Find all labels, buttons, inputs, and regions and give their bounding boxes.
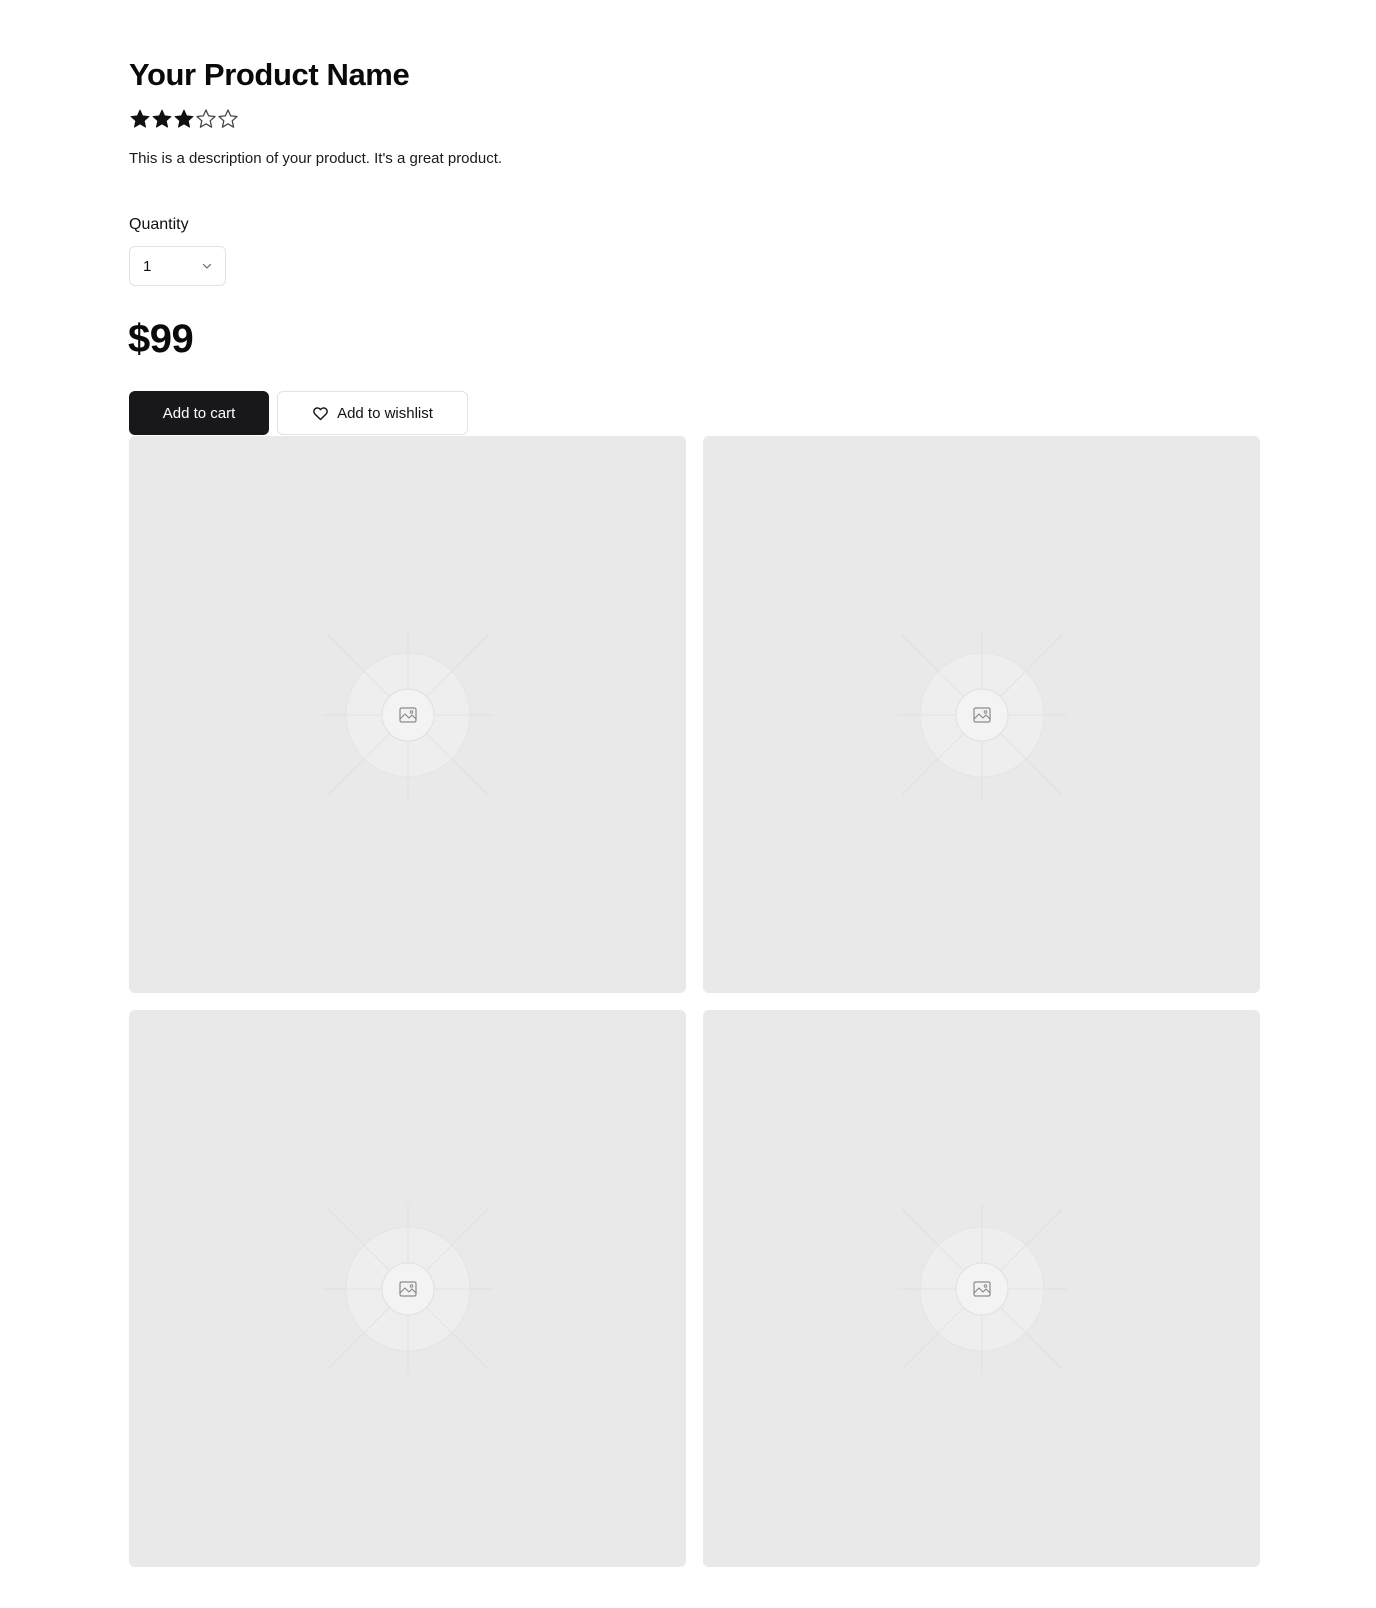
- image-placeholder-graphic: [322, 1203, 493, 1374]
- add-to-cart-label: Add to cart: [162, 404, 236, 422]
- star-empty-icon: [218, 109, 238, 128]
- product-description: This is a description of your product. I…: [129, 150, 503, 167]
- gallery-image[interactable]: [129, 1010, 686, 1567]
- product-page: Your Product Name This is a description …: [0, 0, 1376, 1608]
- image-placeholder-graphic: [322, 629, 493, 800]
- star-empty-icon: [196, 109, 216, 128]
- product-title: Your Product Name: [129, 57, 410, 92]
- quantity-select[interactable]: 1: [129, 246, 226, 286]
- gallery-image[interactable]: [703, 436, 1260, 993]
- chevron-down-icon: [202, 263, 212, 269]
- star-filled-icon: [174, 109, 194, 128]
- image-placeholder-graphic: [896, 1203, 1067, 1374]
- heart-icon: [313, 406, 328, 420]
- star-rating: [129, 108, 239, 130]
- star-filled-icon: [152, 109, 172, 128]
- quantity-selected-value: 1: [143, 257, 152, 275]
- gallery-image[interactable]: [129, 436, 686, 993]
- star-filled-icon: [130, 109, 150, 128]
- gallery-image[interactable]: [703, 1010, 1260, 1567]
- add-to-wishlist-label: Add to wishlist: [337, 404, 433, 422]
- quantity-label: Quantity: [129, 216, 189, 233]
- product-gallery: [129, 436, 1260, 1567]
- image-placeholder-graphic: [896, 629, 1067, 800]
- add-to-wishlist-button[interactable]: Add to wishlist: [277, 391, 468, 435]
- product-price: $99: [128, 317, 194, 361]
- add-to-cart-button[interactable]: Add to cart: [129, 391, 269, 435]
